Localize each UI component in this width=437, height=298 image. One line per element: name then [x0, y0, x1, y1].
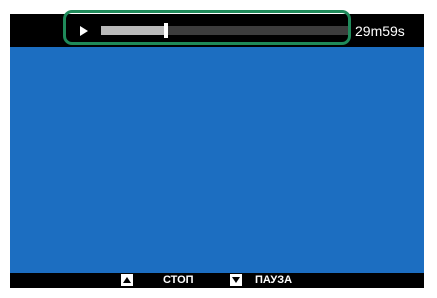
playback-bar: 29m59s — [10, 14, 424, 47]
camera-screen: 29m59s СТОП ПАУЗА — [10, 14, 424, 288]
stop-label[interactable]: СТОП — [163, 274, 194, 287]
progress-fill — [101, 26, 166, 35]
play-icon[interactable] — [80, 26, 88, 36]
video-frame — [10, 47, 424, 273]
time-remaining: 29m59s — [355, 23, 405, 39]
pause-label[interactable]: ПАУЗА — [255, 274, 292, 287]
up-triangle-icon[interactable] — [121, 274, 133, 286]
progress-thumb[interactable] — [164, 23, 168, 38]
progress-bar[interactable] — [101, 23, 351, 38]
down-triangle-icon[interactable] — [230, 274, 242, 286]
control-hints-bar: СТОП ПАУЗА — [10, 273, 424, 288]
